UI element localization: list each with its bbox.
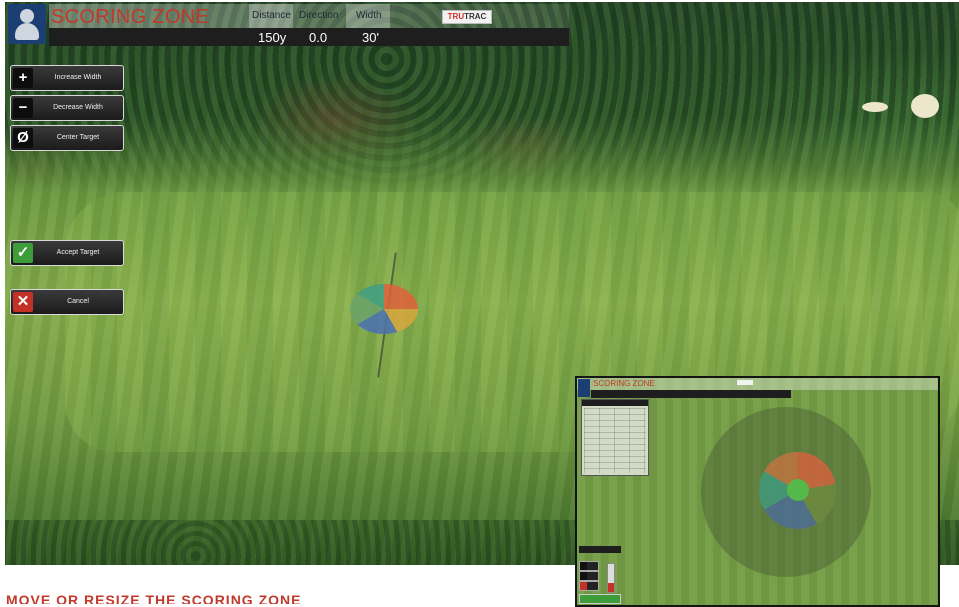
inset-brand-logo: [737, 380, 753, 385]
inset-golfer-avatar-icon: [578, 379, 590, 397]
check-icon: ✓: [13, 243, 33, 263]
accept-target-button[interactable]: ✓ Accept Target: [10, 240, 124, 266]
distance-value: 150y: [258, 30, 287, 45]
inset-button: [579, 581, 599, 591]
accept-target-label: Accept Target: [56, 249, 100, 256]
inset-shot-bar: [579, 546, 621, 553]
decrease-width-button[interactable]: − Decrease Width: [10, 95, 124, 121]
inset-mode-title: SCORING ZONE: [593, 379, 655, 388]
inset-value-bar: [591, 390, 791, 398]
trutrac-logo: TRUTRAC: [442, 10, 492, 24]
golfer-avatar-icon[interactable]: [8, 4, 46, 44]
mode-title: SCORING ZONE: [51, 6, 210, 28]
decrease-width-label: Decrease Width: [53, 104, 103, 111]
inset-button: [579, 561, 599, 571]
sand-bunker: [862, 102, 888, 112]
inset-button: [579, 571, 599, 581]
sand-bunker: [911, 94, 939, 118]
inset-slider: [607, 563, 615, 593]
cancel-button[interactable]: ✕ Cancel: [10, 289, 124, 315]
inset-stats-grid: [584, 408, 646, 473]
x-icon: ✕: [13, 292, 33, 312]
cancel-label: Cancel: [67, 298, 89, 305]
increase-width-label: Increase Width: [54, 74, 102, 81]
caption: MOVE OR RESIZE THE SCORING ZONE: [6, 592, 302, 604]
direction-header: Direction: [299, 10, 339, 21]
distance-header: Distance: [252, 10, 291, 21]
inset-menu-button: [579, 594, 621, 604]
minus-icon: −: [13, 98, 33, 118]
scoring-zone-target[interactable]: [350, 284, 418, 334]
inset-screenshot: SCORING ZONE: [575, 376, 940, 607]
width-header: Width: [356, 10, 382, 21]
inset-target-center: [787, 479, 809, 501]
center-target-button[interactable]: Ø Center Target: [10, 125, 124, 151]
inset-shot-statistics-panel: [581, 399, 649, 476]
increase-width-button[interactable]: + Increase Width: [10, 65, 124, 91]
top-hud: SCORING ZONE Distance Direction Width 15…: [5, 2, 959, 46]
width-value: 30': [362, 30, 379, 45]
slashed-circle-icon: Ø: [13, 128, 33, 148]
direction-value: 0.0: [309, 30, 328, 45]
inset-stats-header: [582, 400, 648, 406]
center-target-label: Center Target: [56, 134, 100, 141]
plus-icon: +: [13, 68, 33, 88]
